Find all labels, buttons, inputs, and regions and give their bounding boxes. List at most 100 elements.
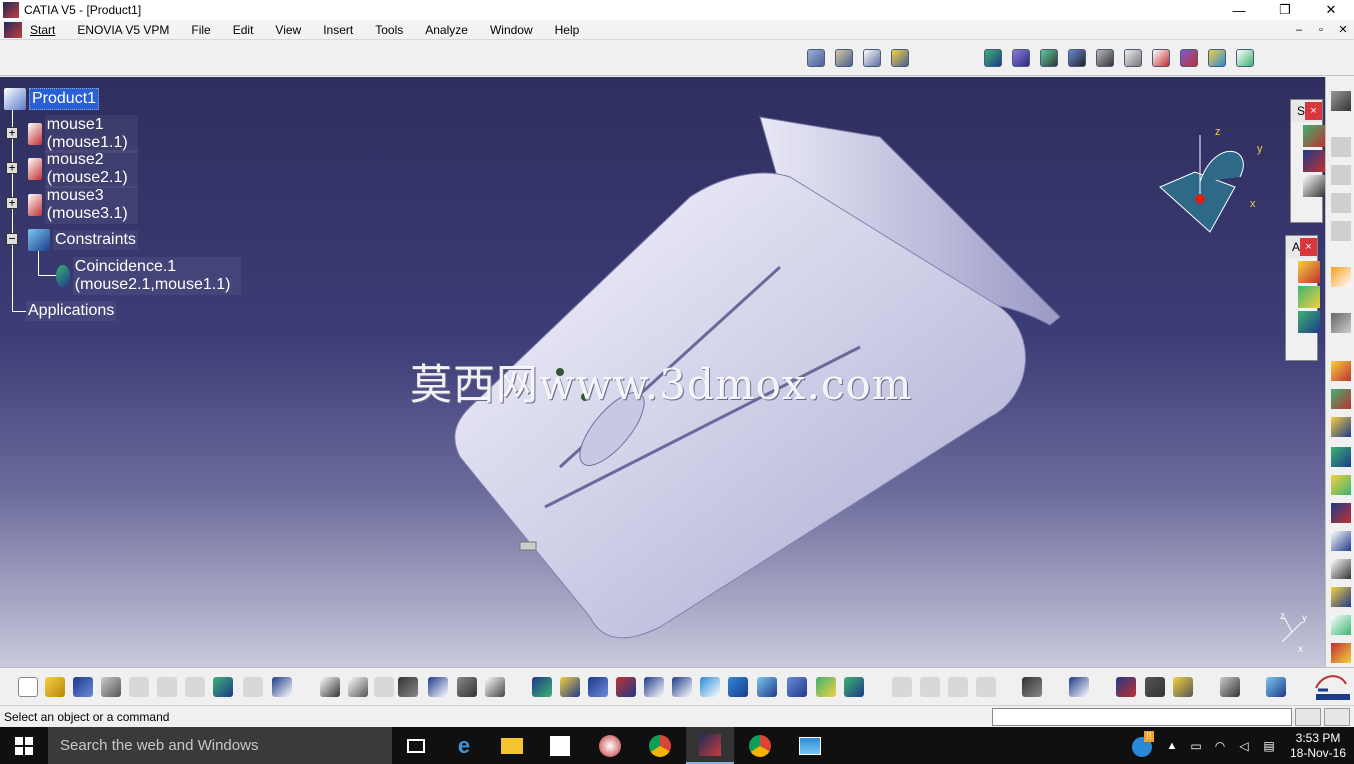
tree-item-label[interactable]: mouse2 (mouse2.1) bbox=[44, 150, 138, 188]
status-toggle-button[interactable] bbox=[1324, 708, 1350, 726]
select-arrow-icon[interactable] bbox=[1331, 267, 1351, 287]
tree-item-label[interactable]: mouse3 (mouse3.1) bbox=[44, 186, 138, 224]
section-icon[interactable] bbox=[1145, 677, 1165, 697]
measure-icon[interactable] bbox=[1331, 643, 1351, 663]
floating-toolbar-header[interactable]: A × bbox=[1286, 236, 1317, 258]
angle-constraint-button[interactable] bbox=[1065, 46, 1089, 70]
expand-mouse1[interactable]: + bbox=[6, 127, 18, 139]
new-component-icon[interactable] bbox=[1303, 150, 1325, 172]
fly-mode-icon[interactable] bbox=[532, 677, 552, 697]
refresh-icon[interactable] bbox=[1220, 677, 1240, 697]
menu-help[interactable]: Help bbox=[544, 23, 591, 37]
table-icon[interactable] bbox=[398, 677, 418, 697]
collapse-constraints[interactable]: − bbox=[6, 233, 18, 245]
menu-window[interactable]: Window bbox=[479, 23, 544, 37]
tree-root-product[interactable]: Product1 bbox=[4, 87, 100, 111]
change-constraint-button[interactable] bbox=[1205, 46, 1229, 70]
minimize-button[interactable]: — bbox=[1216, 0, 1262, 20]
parameter-icon[interactable] bbox=[485, 677, 505, 697]
clash-analysis-icon[interactable] bbox=[1116, 677, 1136, 697]
help-icon[interactable] bbox=[272, 677, 292, 697]
contact-constraint-button[interactable] bbox=[1009, 46, 1033, 70]
command-input[interactable] bbox=[992, 708, 1292, 726]
taskbar-photos[interactable] bbox=[786, 727, 834, 764]
normal-view-icon[interactable] bbox=[700, 677, 720, 697]
taskbar-file-explorer[interactable] bbox=[488, 727, 536, 764]
export-icon[interactable] bbox=[1298, 261, 1320, 283]
isometric-view-icon[interactable] bbox=[757, 677, 777, 697]
tree-item-constraints[interactable]: Constraints bbox=[28, 228, 138, 252]
offset-constraint-button[interactable] bbox=[1037, 46, 1061, 70]
print-icon[interactable] bbox=[101, 677, 121, 697]
camera-icon[interactable] bbox=[1022, 677, 1042, 697]
tree-item-label[interactable]: Constraints bbox=[53, 230, 138, 250]
swap-visible-icon[interactable] bbox=[844, 677, 864, 697]
doc-close-button[interactable]: ✕ bbox=[1332, 20, 1354, 40]
multi-view-icon[interactable] bbox=[728, 677, 748, 697]
expand-mouse3[interactable]: + bbox=[6, 197, 18, 209]
fix-together-button[interactable] bbox=[1121, 46, 1145, 70]
menu-analyze[interactable]: Analyze bbox=[414, 23, 479, 37]
catalog-icon[interactable] bbox=[1298, 311, 1320, 333]
flexible-subassembly-button[interactable] bbox=[1177, 46, 1201, 70]
manipulate-button[interactable] bbox=[804, 46, 828, 70]
tray-app[interactable]: !! bbox=[1130, 727, 1160, 764]
hide-show-icon[interactable] bbox=[816, 677, 836, 697]
save-icon[interactable] bbox=[73, 677, 93, 697]
replace-component-icon[interactable] bbox=[1303, 175, 1325, 197]
shading-icon[interactable] bbox=[787, 677, 807, 697]
move-icon[interactable] bbox=[1331, 313, 1351, 333]
copy-icon[interactable] bbox=[157, 677, 177, 697]
fit-all-icon[interactable] bbox=[560, 677, 580, 697]
new-document-icon[interactable] bbox=[18, 677, 38, 697]
menu-view[interactable]: View bbox=[264, 23, 312, 37]
insert-product-icon[interactable] bbox=[1331, 389, 1351, 409]
redo-icon[interactable] bbox=[243, 677, 263, 697]
lock-icon[interactable] bbox=[457, 677, 477, 697]
reorder-icon[interactable] bbox=[1331, 503, 1351, 523]
tree-item-label[interactable]: Applications bbox=[26, 301, 117, 321]
status-toggle-button[interactable] bbox=[1295, 708, 1321, 726]
menu-insert[interactable]: Insert bbox=[312, 23, 364, 37]
start-menu-icon[interactable] bbox=[4, 21, 22, 38]
tree-item-mouse2[interactable]: mouse2 (mouse2.1) bbox=[28, 150, 138, 188]
taskbar-store[interactable] bbox=[536, 727, 584, 764]
publish-icon[interactable] bbox=[1298, 286, 1320, 308]
pan-icon[interactable] bbox=[588, 677, 608, 697]
update-all-icon[interactable] bbox=[1069, 677, 1089, 697]
close-button[interactable]: ✕ bbox=[1308, 0, 1354, 20]
multi-instantiate-icon[interactable] bbox=[1331, 447, 1351, 467]
menu-tools[interactable]: Tools bbox=[364, 23, 414, 37]
distance-icon[interactable] bbox=[1173, 677, 1193, 697]
tree-item-mouse1[interactable]: mouse1 (mouse1.1) bbox=[28, 115, 138, 153]
snap-button[interactable] bbox=[832, 46, 856, 70]
restore-button[interactable]: ❐ bbox=[1262, 0, 1308, 20]
taskbar-edge[interactable]: e bbox=[440, 727, 488, 764]
wifi-icon[interactable]: ◠ bbox=[1208, 739, 1232, 753]
chevron-up-icon[interactable]: ▲ bbox=[1160, 740, 1184, 752]
rotate-icon[interactable] bbox=[616, 677, 636, 697]
graph-tree-icon[interactable] bbox=[1331, 531, 1351, 551]
volume-icon[interactable]: ◁ bbox=[1232, 739, 1256, 753]
taskbar-app[interactable] bbox=[586, 727, 634, 764]
fast-instantiate-icon[interactable] bbox=[1331, 475, 1351, 495]
task-view-button[interactable] bbox=[392, 727, 440, 764]
close-icon[interactable]: × bbox=[1305, 102, 1322, 120]
formula-icon[interactable] bbox=[320, 677, 340, 697]
quick-constraint-button[interactable] bbox=[1149, 46, 1173, 70]
floating-toolbar-header[interactable]: S × bbox=[1291, 100, 1322, 122]
tree-root-label[interactable]: Product1 bbox=[29, 88, 100, 110]
doc-minimize-button[interactable]: – bbox=[1288, 20, 1310, 40]
taskbar-chrome[interactable] bbox=[636, 727, 684, 764]
zoom-out-icon[interactable] bbox=[672, 677, 692, 697]
insert-component-icon[interactable] bbox=[1331, 361, 1351, 381]
paste-icon[interactable] bbox=[185, 677, 205, 697]
cut-icon[interactable] bbox=[129, 677, 149, 697]
tree-item-label[interactable]: mouse1 (mouse1.1) bbox=[44, 115, 138, 153]
eraser-icon[interactable] bbox=[1266, 677, 1286, 697]
menu-edit[interactable]: Edit bbox=[222, 23, 265, 37]
annotation-text-icon[interactable] bbox=[1331, 559, 1351, 579]
tree-item-label[interactable]: Coincidence.1 (mouse2.1,mouse1.1) bbox=[72, 257, 241, 295]
expand-mouse2[interactable]: + bbox=[6, 162, 18, 174]
compass-widget[interactable]: z y x bbox=[1155, 127, 1265, 237]
